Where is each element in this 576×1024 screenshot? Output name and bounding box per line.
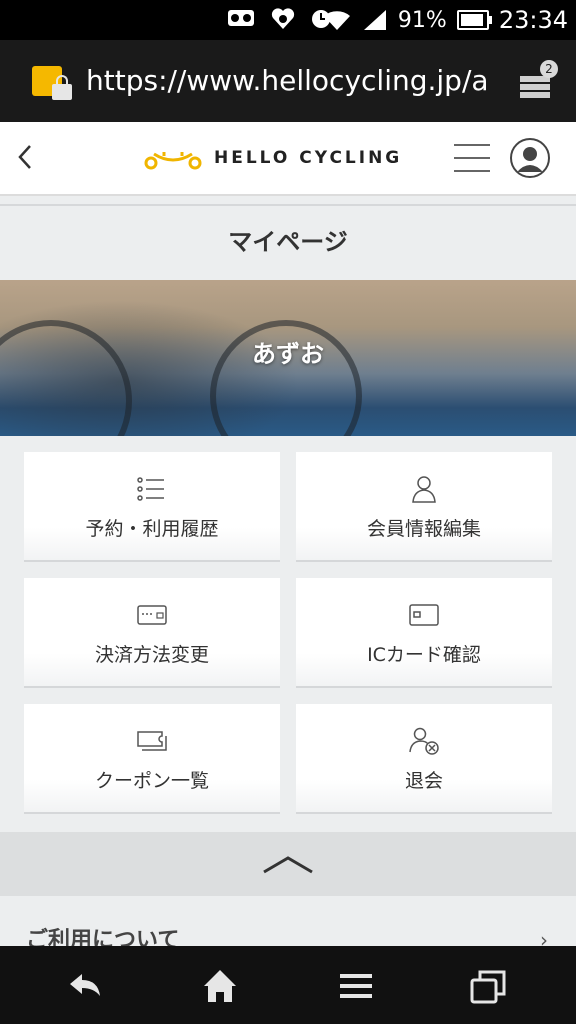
credit-card-icon — [137, 605, 167, 625]
notification-icons — [226, 6, 332, 32]
list-icon — [137, 477, 164, 501]
withdraw-label: 退会 — [404, 770, 443, 792]
withdraw-button[interactable]: 退会 — [296, 704, 552, 814]
signal-icon — [363, 10, 386, 30]
wifi-icon — [323, 11, 350, 31]
heart-app-icon — [271, 8, 295, 29]
back-arrow-icon[interactable] — [66, 966, 106, 1006]
bicycle-smile-logo-icon — [144, 152, 202, 170]
coupon-ticket-icon — [137, 731, 167, 751]
chevron-right-icon: › — [540, 928, 548, 948]
battery-percent: 91% — [397, 7, 447, 33]
person-icon — [412, 476, 436, 503]
status-bar: 91% 23:34 — [0, 0, 576, 40]
battery-icon — [456, 10, 492, 30]
tab-count-badge: 2 — [540, 60, 558, 78]
chevron-up-icon — [263, 856, 313, 874]
about-usage-link[interactable]: ご利用について › — [0, 896, 576, 948]
brand-name: HELLO CYCLING — [214, 148, 403, 168]
system-nav-bar — [0, 946, 576, 1024]
member-info-button[interactable]: 会員情報編集 — [296, 452, 552, 562]
site-header: HELLO CYCLING — [0, 122, 576, 196]
ic-card-label: ICカード確認 — [367, 644, 481, 666]
about-usage-label: ご利用について — [26, 928, 180, 948]
collapse-button[interactable] — [0, 832, 576, 896]
hello-cycling-logo[interactable]: HELLO CYCLING — [144, 142, 402, 174]
reservation-history-button[interactable]: 予約・利用履歴 — [24, 452, 280, 562]
payment-method-label: 決済方法変更 — [94, 644, 209, 666]
clock-time: 23:34 — [498, 6, 568, 34]
lock-icon — [52, 75, 72, 100]
user-name: あずお — [252, 340, 324, 368]
menu-icon[interactable] — [336, 966, 376, 1006]
url-field[interactable]: https://www.hellocycling.jp/app — [86, 62, 486, 100]
ic-card-button[interactable]: ICカード確認 — [296, 578, 552, 688]
voicemail-icon — [228, 10, 254, 26]
user-avatar-icon[interactable] — [510, 138, 550, 178]
browser-url-bar: https://www.hellocycling.jp/app 2 — [0, 40, 576, 122]
tabs-button[interactable]: 2 — [516, 60, 558, 102]
payment-method-button[interactable]: 決済方法変更 — [24, 578, 280, 688]
coupons-label: クーポン一覧 — [94, 770, 209, 792]
reservation-history-label: 予約・利用履歴 — [85, 518, 219, 540]
profile-banner: あずお — [0, 280, 576, 436]
hamburger-menu-button[interactable] — [454, 144, 490, 172]
member-info-label: 会員情報編集 — [366, 518, 481, 540]
page-title: マイページ — [0, 204, 576, 282]
recent-apps-icon[interactable] — [468, 966, 508, 1006]
person-remove-icon — [409, 727, 439, 755]
coupons-button[interactable]: クーポン一覧 — [24, 704, 280, 814]
ic-card-icon — [409, 604, 439, 626]
home-icon[interactable] — [200, 966, 240, 1006]
back-chevron-icon[interactable] — [12, 142, 42, 172]
